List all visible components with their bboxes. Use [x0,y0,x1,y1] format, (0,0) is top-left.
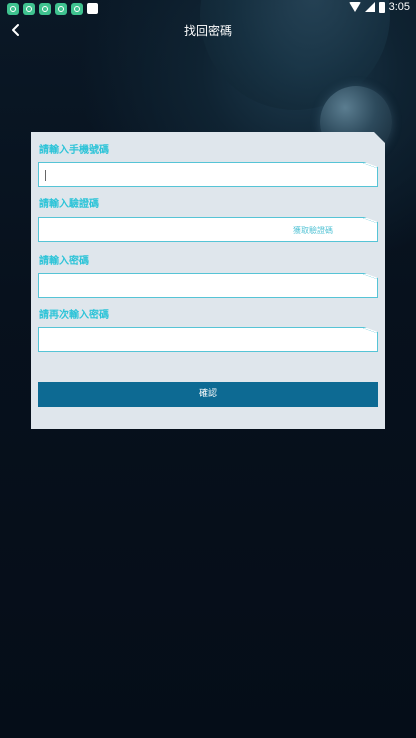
reset-password-card: 請輸入手機號碼 請輸入驗證碼 獲取驗證碼 請輸入密碼 請再次輸入密碼 確認 [31,132,385,429]
signal-icon [364,2,375,12]
app-notification-icon [7,3,19,15]
media-icon [87,3,98,14]
status-bar: 3:05 [0,0,416,18]
password-field-box [38,273,378,298]
phone-input[interactable] [39,163,377,186]
confirm-password-label: 請再次輸入密碼 [39,310,109,321]
screen: 3:05 找回密碼 請輸入手機號碼 請輸入驗證碼 獲取驗證碼 請輸入密碼 請再次… [0,0,416,738]
phone-label: 請輸入手機號碼 [39,145,109,156]
password-input[interactable] [39,274,377,297]
app-notification-icon [39,3,51,15]
title-bar: 找回密碼 [0,18,416,42]
page-title: 找回密碼 [183,24,232,38]
get-code-button[interactable]: 獲取驗證碼 [293,225,333,236]
status-right: 3:05 [348,1,410,13]
notification-icons [7,3,98,15]
app-notification-icon [55,3,67,15]
confirm-password-field-box [38,327,378,352]
verification-label: 請輸入驗證碼 [39,199,99,210]
status-time: 3:05 [388,1,410,13]
confirm-button[interactable]: 確認 [38,382,378,407]
app-notification-icon [71,3,83,15]
battery-icon [378,1,385,13]
phone-field-box [38,162,378,187]
app-notification-icon [23,3,35,15]
verification-field-box: 獲取驗證碼 [38,217,378,242]
text-caret [45,170,46,181]
confirm-password-input[interactable] [39,328,377,351]
wifi-icon [348,2,361,12]
password-label: 請輸入密碼 [39,256,89,267]
